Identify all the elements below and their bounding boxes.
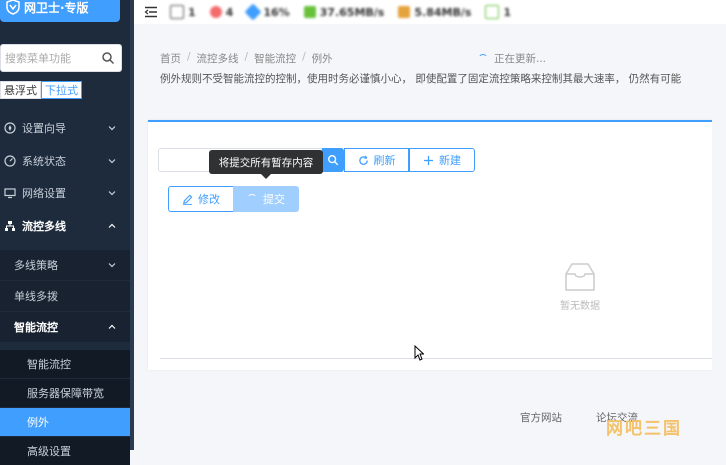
empty-text: 暂无数据 (560, 301, 600, 312)
chevron-down-icon (108, 191, 116, 196)
nav-item-smart-flow[interactable]: 智能流控 (0, 350, 130, 378)
nav-item-advanced[interactable]: 高级设置 (0, 437, 130, 465)
table-bottom-border (160, 358, 716, 359)
screen-icon (485, 5, 500, 19)
sidebar-scrollbar[interactable] (130, 0, 134, 450)
compass-icon (4, 122, 16, 134)
menu-system-status[interactable]: 系统状态 (0, 145, 130, 177)
breadcrumb-smart[interactable]: 智能流控 (254, 51, 296, 66)
nav-label: 高级设置 (27, 445, 71, 458)
loading-text: 正在更新... (494, 53, 547, 65)
search-icon[interactable] (101, 51, 115, 65)
alert-icon (209, 6, 222, 18)
shield-logo-icon (6, 0, 20, 15)
mode-floating[interactable]: 悬浮式 (0, 81, 41, 99)
alert-stat: 4 (209, 6, 233, 19)
submenu-label: 多线策略 (14, 259, 58, 272)
breadcrumb-home[interactable]: 首页 (160, 51, 181, 66)
nav-item-server-bandwidth[interactable]: 服务器保障带宽 (0, 379, 130, 407)
chevron-down-icon (108, 126, 116, 131)
menu-label: 流控多线 (22, 220, 66, 233)
load-stat: 16% (244, 3, 290, 21)
refresh-label: 刷新 (373, 154, 396, 167)
network-tree-icon (5, 221, 15, 231)
upload-stat: 5.84MB/s (398, 6, 471, 19)
collapse-menu-icon[interactable] (144, 6, 158, 18)
menu-flow-control[interactable]: 流控多线 (0, 210, 130, 242)
menu-label: 系统状态 (22, 155, 66, 168)
breadcrumb-flow[interactable]: 流控多线 (197, 51, 239, 66)
new-label: 新建 (439, 154, 461, 167)
submit-label: 提交 (263, 193, 285, 206)
edit-button[interactable]: 修改 (168, 186, 234, 212)
download-arrow-icon (303, 6, 316, 18)
nav-item-exception[interactable]: 例外 (0, 408, 130, 436)
monitor-icon (4, 188, 16, 199)
cpu-icon (170, 5, 184, 19)
menu-mode-switch: 悬浮式 下拉式 (0, 81, 82, 99)
mouse-cursor-icon (414, 345, 424, 361)
refresh-icon (358, 155, 368, 165)
edit-label: 修改 (198, 193, 220, 206)
menu-search-input[interactable]: 搜索菜单功能 (5, 50, 101, 66)
download-stat: 37.65MB/s (303, 6, 384, 19)
submenu-single-line-multi-dial[interactable]: 单线多拨 (0, 281, 130, 311)
search-button[interactable] (322, 148, 344, 172)
top-bar: 1 4 16% 37.65MB/s 5.84MB/s 1 (134, 0, 726, 24)
menu-label: 设置向导 (22, 122, 66, 135)
submit-tooltip: 将提交所有暂存内容 (209, 150, 323, 179)
menu-search-box[interactable]: 搜索菜单功能 (0, 44, 122, 72)
edit-icon (182, 194, 193, 205)
app-logo[interactable]: 网卫士·专版 (0, 0, 120, 22)
breadcrumb-separator: / (244, 51, 249, 63)
nav-label: 服务器保障带宽 (27, 387, 104, 400)
menu-label: 网络设置 (22, 187, 66, 200)
new-button[interactable]: 新建 (409, 148, 475, 172)
search-icon (328, 155, 339, 166)
footer-link-official[interactable]: 官方网站 (520, 410, 562, 425)
nav-label: 智能流控 (27, 358, 71, 371)
empty-box-icon (565, 263, 595, 291)
loading-spinner-icon (247, 194, 257, 204)
cpu-stat: 1 (170, 5, 196, 19)
plus-icon (423, 155, 434, 165)
upload-arrow-icon (398, 6, 411, 18)
submenu-label: 单线多拨 (14, 290, 58, 303)
dashboard-icon (4, 155, 16, 167)
submenu-smart-flow-control[interactable]: 智能流控 (0, 312, 130, 342)
menu-network-settings[interactable]: 网络设置 (0, 177, 130, 209)
app-title: 网卫士·专版 (24, 0, 89, 15)
load-icon (244, 3, 262, 21)
chevron-up-icon (108, 223, 116, 228)
submenu-multi-line-policy[interactable]: 多线策略 (0, 250, 130, 280)
page-description: 例外规则不受智能流控的控制，使用时务必谨慎小心， 即使配置了固定流控策略来控制其… (160, 73, 682, 85)
nav-label: 例外 (27, 416, 49, 429)
chevron-down-icon (108, 263, 116, 268)
breadcrumb-separator: / (302, 51, 306, 63)
sidebar: 网卫士·专版 搜索菜单功能 悬浮式 下拉式 设置向导 系统状态 网络设置 流控多… (0, 0, 134, 465)
breadcrumb-separator: / (187, 51, 191, 63)
loading-spinner-icon (478, 53, 488, 64)
submenu-label: 智能流控 (14, 321, 58, 334)
chevron-down-icon (108, 159, 116, 164)
online-stat: 1 (485, 5, 511, 19)
chevron-up-icon (108, 324, 116, 329)
breadcrumb-current: 例外 (311, 53, 333, 65)
empty-state: 暂无数据 (553, 260, 607, 312)
site-watermark: 网吧三国 (606, 419, 682, 439)
submit-button[interactable]: 提交 (233, 186, 299, 212)
mode-dropdown[interactable]: 下拉式 (41, 81, 82, 99)
page-right-gutter (712, 24, 726, 450)
refresh-button[interactable]: 刷新 (344, 148, 409, 172)
breadcrumb: 首页 / 流控多线 / 智能流控 / 例外 (160, 51, 333, 66)
loading-status: 正在更新... (478, 51, 546, 66)
menu-setup-wizard[interactable]: 设置向导 (0, 112, 130, 144)
